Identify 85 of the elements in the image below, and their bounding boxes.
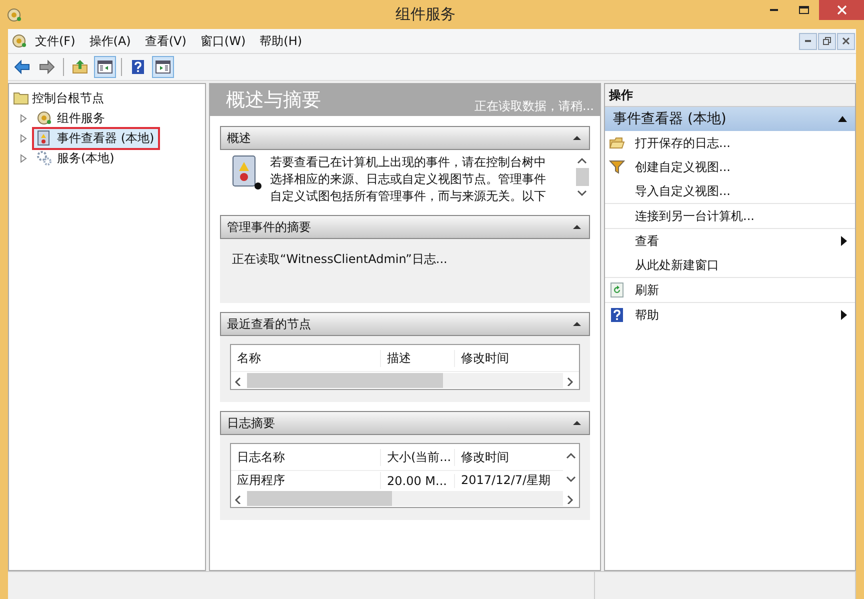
action-item[interactable]: 创建自定义视图... <box>605 155 855 179</box>
expand-arrow-icon[interactable] <box>19 154 28 162</box>
funnel-icon <box>609 159 625 175</box>
console-tree-button[interactable] <box>94 56 116 78</box>
table-cell-text: 2017/12/7/星期 <box>460 472 552 489</box>
log-book-icon <box>36 130 52 146</box>
menu-item[interactable]: 窗口(W) <box>194 32 252 50</box>
column-header[interactable]: 名称 <box>231 350 381 366</box>
overview-text: 若要查看已在计算机上出现的事件，请在控制台树中 选择相应的来源、日志或自定义视图节点。管理事件 自定义试图包括所有管理事件，而与来源无关。以下 <box>270 154 547 205</box>
action-item[interactable]: 导入自定义视图... <box>605 179 855 204</box>
gear-ball-icon <box>36 110 52 126</box>
menu-item[interactable]: 帮助(H) <box>254 32 308 50</box>
column-header[interactable]: 修改时间 <box>455 448 563 466</box>
menu-item[interactable]: 查看(V) <box>138 32 192 50</box>
pane-icon <box>97 59 113 75</box>
column-header[interactable]: 大小(当前... <box>381 448 455 466</box>
close-button[interactable] <box>819 0 864 20</box>
refresh-icon <box>609 282 625 298</box>
tree-item[interactable]: 控制台根节点 <box>32 90 104 106</box>
menu-item[interactable]: 操作(A) <box>83 32 137 50</box>
close-icon <box>841 36 851 46</box>
collapse-icon[interactable] <box>573 135 581 141</box>
gears-icon <box>36 150 52 166</box>
expand-arrow-icon[interactable] <box>19 114 28 122</box>
submenu-arrow-icon <box>841 236 847 246</box>
pane-header: 操作 <box>605 84 855 107</box>
action-item[interactable]: 帮助 <box>605 303 855 327</box>
close-button[interactable] <box>837 32 855 50</box>
folder-icon <box>609 135 625 151</box>
section-header[interactable]: 管理事件的摘要 <box>220 215 590 239</box>
scroll-down-icon[interactable] <box>576 188 588 198</box>
log-book-icon <box>230 154 262 190</box>
collapse-icon[interactable] <box>573 321 581 327</box>
folder-icon <box>13 90 29 106</box>
group-title: 事件查看器 (本地) <box>613 110 726 128</box>
collapse-icon[interactable] <box>573 224 581 230</box>
pane-icon <box>155 59 171 75</box>
submenu-arrow-icon <box>841 310 847 320</box>
section-title: 管理事件的摘要 <box>227 218 311 236</box>
action-item[interactable]: 打开保存的日志... <box>605 131 855 155</box>
section-header[interactable]: 日志摘要 <box>220 411 590 435</box>
collapse-icon[interactable] <box>838 116 847 122</box>
column-header[interactable]: 日志名称 <box>231 448 381 466</box>
window-title: 组件服务 <box>394 5 456 24</box>
scroll-down-icon[interactable] <box>565 474 577 484</box>
action-item[interactable]: 查看 <box>605 229 855 253</box>
table-cell: 20.00 M... <box>381 474 455 488</box>
action-item[interactable]: 刷新 <box>605 278 855 303</box>
tree-item[interactable]: 组件服务 <box>32 106 111 130</box>
close-icon <box>836 4 848 16</box>
tree-item[interactable]: 服务(本地) <box>32 146 120 170</box>
collapse-icon[interactable] <box>573 420 581 426</box>
action-item[interactable]: 从此处新建窗口 <box>605 253 855 278</box>
loading-status: 正在读取数据，请稍... <box>474 98 594 115</box>
status-message: 正在读取“WitnessClientAdmin”日志... <box>231 251 448 268</box>
column-header[interactable]: 描述 <box>381 350 455 366</box>
back-arrow-icon <box>14 59 30 75</box>
section-title: 最近查看的节点 <box>227 316 311 332</box>
section-header[interactable]: 概述 <box>220 126 590 150</box>
gear-ball-icon <box>6 6 22 22</box>
section-title: 日志摘要 <box>227 414 275 432</box>
pane-title: 概述与摘要 <box>226 88 321 113</box>
section-header[interactable]: 最近查看的节点 <box>220 312 590 336</box>
help-icon <box>609 307 625 323</box>
help-icon <box>130 59 146 75</box>
minimize-button[interactable] <box>799 32 817 50</box>
tree-item[interactable]: 事件查看器 (本地) <box>32 126 160 150</box>
table-cell: 应用程序 <box>231 472 381 489</box>
section-title: 概述 <box>227 130 251 146</box>
scroll-up-icon[interactable] <box>565 450 577 460</box>
restore-icon <box>822 36 832 46</box>
minimize-icon <box>770 9 778 11</box>
action-pane-button[interactable] <box>152 56 174 78</box>
menu-item[interactable]: 文件(F) <box>29 32 82 50</box>
action-item[interactable]: 连接到另一台计算机... <box>605 204 855 229</box>
expand-arrow-icon[interactable] <box>19 134 28 142</box>
folder-arrow-icon <box>72 59 88 75</box>
action-group-header[interactable]: 事件查看器 (本地) <box>605 107 855 131</box>
scroll-up-icon[interactable] <box>576 156 588 166</box>
restore-button[interactable] <box>818 32 836 50</box>
maximize-icon <box>798 4 810 16</box>
gear-ball-icon[interactable] <box>11 33 27 49</box>
forward-arrow-icon <box>39 59 55 75</box>
minimize-icon <box>805 40 811 42</box>
column-header[interactable]: 修改时间 <box>455 350 579 366</box>
